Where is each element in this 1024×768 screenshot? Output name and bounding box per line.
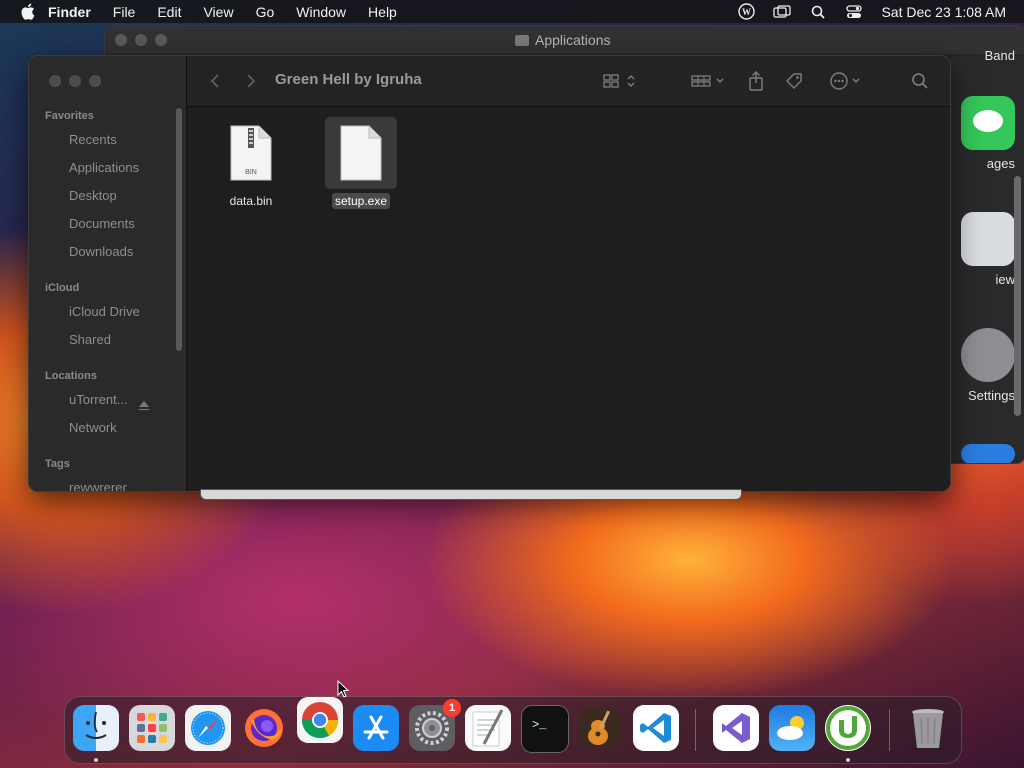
share-icon[interactable] [745,70,767,92]
menu-file[interactable]: File [113,4,136,20]
app-icon-partial [961,444,1015,463]
tag-icon[interactable] [783,70,805,92]
eject-icon[interactable] [139,401,149,410]
background-traffic-lights [115,34,167,46]
dock: 1 >_ [64,696,962,764]
menu-go[interactable]: Go [256,4,275,20]
bin-type-label: BIN [245,169,257,176]
applications-scrollbar[interactable] [1014,176,1021,416]
more-actions-icon[interactable] [827,70,867,92]
mouse-cursor-icon [337,679,350,703]
sidebar-header-icloud: iCloud [45,282,80,294]
control-center-icon[interactable] [845,3,863,21]
menu-view[interactable]: View [203,4,233,20]
partial-app-label-top: Band [984,48,1015,63]
search-icon[interactable] [809,3,827,21]
sidebar-header-favorites: Favorites [45,110,94,122]
bin-file-icon: BIN [215,117,287,189]
menu-bar: Finder File Edit View Go Window Help W S… [0,0,1024,23]
dock-separator [889,709,890,751]
app-store-icon[interactable] [353,705,399,751]
folder-title: Green Hell by Igruha [275,71,422,88]
file-name: setup.exe [331,193,391,209]
sidebar-item-desktop[interactable]: Desktop [69,188,117,203]
finder-icon[interactable] [73,705,119,751]
running-indicator [94,758,98,762]
trash-icon[interactable] [905,705,951,751]
preview-icon [961,212,1015,266]
notification-badge: 1 [443,699,461,717]
vscode-icon[interactable] [633,705,679,751]
app-label: iew [995,272,1015,287]
sidebar-item-tag[interactable]: rewwrerer [69,480,127,491]
chrome-icon[interactable] [297,697,343,743]
sidebar-item-shared[interactable]: Shared [69,332,111,347]
menu-clock[interactable]: Sat Dec 23 1:08 AM [881,4,1006,20]
sidebar-item-applications[interactable]: Applications [69,160,139,175]
minimize-button[interactable] [69,75,81,87]
messages-icon [961,96,1015,150]
terminal-icon[interactable]: >_ [521,705,569,753]
sidebar-item-utorrent[interactable]: uTorrent... [69,392,128,407]
apple-menu-icon[interactable] [18,3,36,21]
sidebar-scrollbar[interactable] [176,108,182,351]
document-icon [325,117,397,189]
visual-studio-icon[interactable] [713,705,759,751]
app-label: ages [986,156,1015,171]
screen-mirroring-icon[interactable] [773,3,792,21]
wordpress-icon[interactable]: W [737,3,755,21]
file-area[interactable]: BIN data.bin setup.exe [187,107,950,491]
view-grid-icon[interactable] [601,70,641,92]
finder-window[interactable]: Favorites Recents Applications Desktop D… [28,55,951,492]
menu-help[interactable]: Help [368,4,397,20]
firefox-icon[interactable] [241,705,287,751]
textedit-icon[interactable] [465,705,511,751]
safari-icon[interactable] [185,705,231,751]
finder-toolbar: Green Hell by Igruha [187,56,950,107]
folder-icon [515,34,529,46]
file-item-setup-exe[interactable]: setup.exe [321,117,401,209]
utorrent-icon[interactable] [825,705,871,751]
menu-app-name[interactable]: Finder [48,4,91,20]
launchpad-icon[interactable] [129,705,175,751]
sidebar-header-locations: Locations [45,370,97,382]
sidebar-item-network[interactable]: Network [69,420,117,435]
menu-window[interactable]: Window [296,4,346,20]
applications-title-bar[interactable]: Applications [105,26,1024,54]
forward-chevron-icon[interactable] [241,70,261,92]
running-indicator [846,758,850,762]
file-name: data.bin [229,194,273,208]
back-chevron-icon[interactable] [205,70,225,92]
sidebar-item-documents[interactable]: Documents [69,216,135,231]
sidebar-item-recents[interactable]: Recents [69,132,117,147]
close-button[interactable] [49,75,61,87]
svg-text:W: W [742,7,751,17]
sidebar-item-icloud-drive[interactable]: iCloud Drive [69,304,140,319]
sidebar-item-downloads[interactable]: Downloads [69,244,133,259]
finder-sidebar: Favorites Recents Applications Desktop D… [29,56,187,491]
applications-title: Applications [515,32,611,48]
sidebar-header-tags: Tags [45,458,70,470]
gear-icon [961,328,1015,382]
horizontal-scrollbar[interactable] [200,489,742,500]
weather-icon[interactable] [769,705,815,751]
file-item-data-bin[interactable]: BIN data.bin [211,117,291,209]
zoom-button[interactable] [89,75,101,87]
search-icon[interactable] [909,70,931,92]
dock-separator [695,709,696,751]
traffic-lights [49,75,101,87]
menu-edit[interactable]: Edit [157,4,181,20]
app-label: Settings [968,388,1015,403]
app-partial-bottom[interactable] [951,444,1015,463]
app-preview[interactable]: iew [951,212,1015,287]
system-settings-icon[interactable]: 1 [409,699,461,751]
app-system-settings[interactable]: Settings [951,328,1015,403]
applications-title-text: Applications [535,32,611,48]
garageband-icon[interactable] [577,705,623,751]
svg-text:>_: >_ [532,718,547,732]
group-by-icon[interactable] [689,70,729,92]
app-messages[interactable]: ages [951,96,1015,171]
